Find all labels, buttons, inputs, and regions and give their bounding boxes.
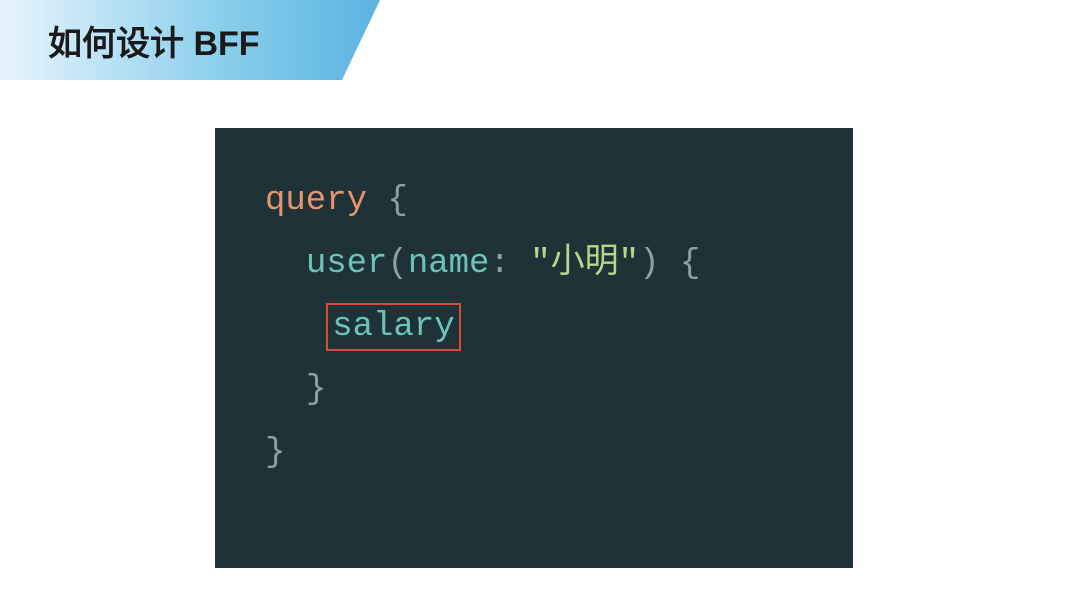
slide-title: 如何设计 BFF bbox=[0, 16, 260, 65]
token-brace-close-2: } bbox=[265, 434, 285, 472]
token-field-salary: salary bbox=[332, 308, 454, 346]
token-string-value: "小明" bbox=[530, 245, 639, 283]
code-line-3: salary bbox=[265, 296, 803, 359]
token-paren-close: ) bbox=[639, 245, 659, 283]
token-field-user: user bbox=[306, 245, 388, 283]
token-param-name: name bbox=[408, 245, 490, 283]
token-brace-open: { bbox=[387, 182, 407, 220]
code-line-4: } bbox=[265, 359, 803, 422]
code-line-5: } bbox=[265, 422, 803, 485]
code-line-2: user(name: "小明") { bbox=[265, 233, 803, 296]
token-keyword-query: query bbox=[265, 182, 367, 220]
token-colon: : bbox=[489, 245, 509, 283]
code-line-1: query { bbox=[265, 170, 803, 233]
slide-header: 如何设计 BFF bbox=[0, 0, 1080, 80]
code-snippet: query { user(name: "小明") { salary } } bbox=[215, 128, 853, 568]
token-brace-close: } bbox=[306, 371, 326, 409]
token-brace-open-2: { bbox=[680, 245, 700, 283]
highlight-box: salary bbox=[326, 303, 460, 351]
token-paren-open: ( bbox=[387, 245, 407, 283]
